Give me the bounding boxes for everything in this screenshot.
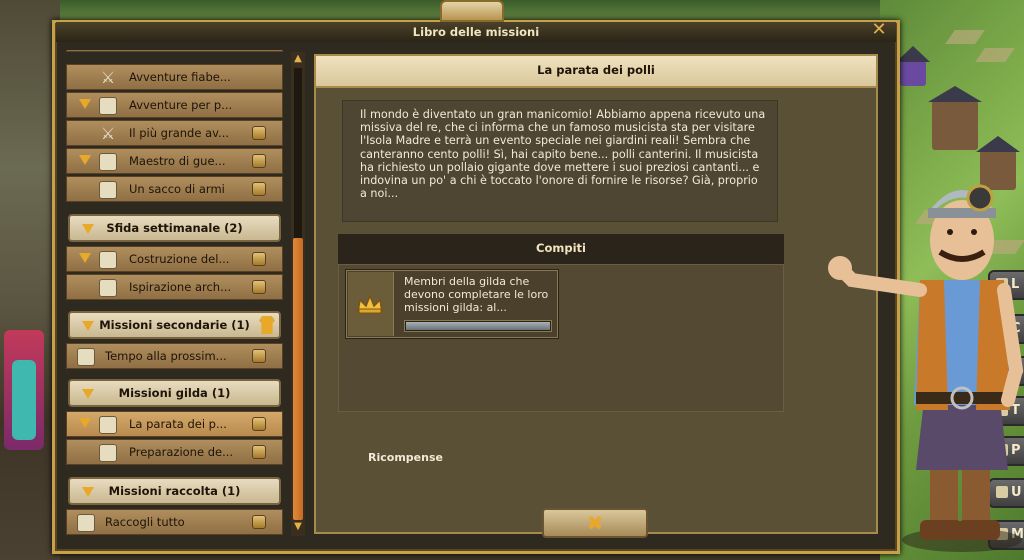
lock-icon (252, 126, 266, 140)
scroll-icon (99, 416, 117, 434)
lock-icon (252, 445, 266, 459)
book-ornament-icon (440, 0, 504, 22)
crown-icon (357, 294, 383, 314)
mission-story-text: Il mondo è diventato un gran manicomio! … (360, 108, 766, 201)
mission-item[interactable]: Ispirazione arch... (66, 274, 283, 300)
mission-item[interactable]: Un sacco di armi (66, 176, 283, 202)
expand-arrow-icon (82, 389, 94, 399)
mission-list: ⚔ Avventure fiabe... Avventure per p... … (66, 50, 284, 536)
mission-item-selected[interactable]: La parata dei p... (66, 411, 283, 437)
scroll-up-icon[interactable]: ▲ (291, 52, 305, 66)
section-header-guild[interactable]: Missioni gilda (1) (68, 379, 281, 407)
expand-arrow-icon (82, 224, 94, 234)
scroll-thumb[interactable] (293, 238, 303, 520)
scroll-icon (77, 514, 95, 532)
section-header-gather[interactable]: Missioni raccolta (1) (68, 477, 281, 505)
expand-arrow-icon (79, 99, 91, 109)
tasks-header: Compiti (338, 234, 784, 264)
expand-arrow-icon (79, 253, 91, 263)
mission-item[interactable]: Tempo alla prossim... (66, 343, 283, 369)
mission-item[interactable]: Raccogli tutto (66, 509, 283, 535)
mission-item[interactable]: ⚔ Il più grande av... (66, 120, 283, 146)
lock-icon (252, 417, 266, 431)
list-item-partial (66, 50, 283, 52)
lock-icon (252, 182, 266, 196)
task-description: Membri della gilda che devono completare… (404, 275, 549, 314)
mission-item[interactable]: ⚔ Avventure fiabe... (66, 64, 283, 90)
lock-icon (252, 349, 266, 363)
scroll-down-icon[interactable]: ▼ (291, 520, 305, 534)
scroll-icon (99, 279, 117, 297)
lock-icon (252, 252, 266, 266)
shirt-icon (259, 316, 275, 334)
task-progress-fill (406, 322, 550, 330)
swords-icon: ⚔ (100, 124, 116, 143)
close-window-button[interactable]: ✕ (870, 21, 888, 39)
mission-title: La parata dei polli (316, 56, 876, 88)
scroll-icon (99, 181, 117, 199)
expand-arrow-icon (82, 321, 94, 331)
close-button[interactable]: ✖ (542, 508, 648, 538)
scroll-icon (77, 348, 95, 366)
expand-arrow-icon (79, 418, 91, 428)
expand-arrow-icon (82, 487, 94, 497)
mission-item[interactable]: Costruzione del... (66, 246, 283, 272)
close-icon: ✖ (586, 511, 604, 535)
mission-item[interactable]: Maestro di gue... (66, 148, 283, 174)
window-title: Libro delle missioni (56, 22, 896, 42)
section-header-weekly[interactable]: Sfida settimanale (2) (68, 214, 281, 242)
mission-item[interactable]: Preparazione de... (66, 439, 283, 465)
scroll-icon (99, 444, 117, 462)
expand-arrow-icon (79, 155, 91, 165)
scroll-icon (99, 97, 117, 115)
character-portrait (828, 184, 1024, 552)
lock-icon (252, 154, 266, 168)
rewards-label: Ricompense (368, 451, 443, 464)
scroll-icon (99, 153, 117, 171)
lock-icon (252, 515, 266, 529)
scroll-icon (99, 251, 117, 269)
game-world-left (0, 0, 60, 560)
lock-icon (252, 280, 266, 294)
swords-icon: ⚔ (100, 68, 116, 87)
section-header-secondary[interactable]: Missioni secondarie (1) (68, 311, 281, 339)
mission-item[interactable]: Avventure per p... (66, 92, 283, 118)
